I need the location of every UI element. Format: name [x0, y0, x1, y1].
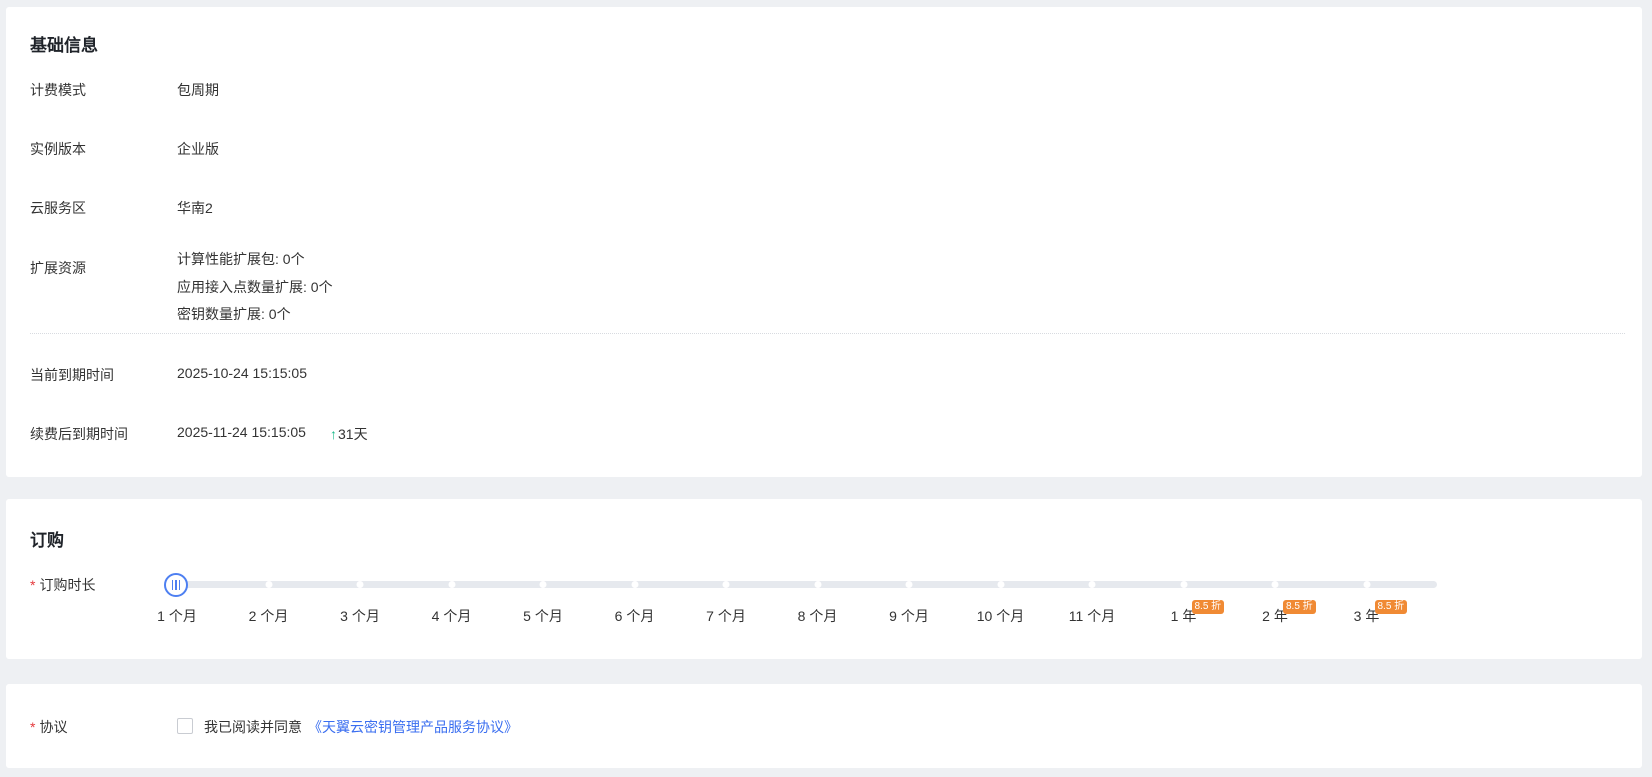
slider-dot[interactable]: [265, 581, 272, 588]
slider-dot[interactable]: [814, 581, 821, 588]
region-value: 华南2: [177, 200, 213, 216]
agreement-card: * 协议 我已阅读并同意 《天翼云密钥管理产品服务协议》: [6, 684, 1642, 768]
duration-option[interactable]: 4 个月: [432, 606, 472, 626]
order-title: 订购: [30, 531, 64, 550]
renew-delta-text: 31天: [338, 426, 368, 442]
order-duration-label: * 订购时长: [30, 575, 95, 595]
duration-option[interactable]: 1 个月: [157, 606, 197, 626]
duration-option[interactable]: 9 个月: [889, 606, 929, 626]
current-expiry-label: 当前到期时间: [30, 367, 114, 383]
billing-mode-label: 计费模式: [30, 82, 86, 98]
duration-option[interactable]: 5 个月: [523, 606, 563, 626]
discount-badge: 8.5 折: [1283, 600, 1316, 614]
duration-option[interactable]: 11 个月: [1069, 606, 1115, 626]
slider-dot[interactable]: [1363, 581, 1370, 588]
slider-dot[interactable]: [722, 581, 730, 588]
extension-resources-label: 扩展资源: [30, 260, 86, 276]
agreement-link[interactable]: 《天翼云密钥管理产品服务协议》: [308, 719, 518, 735]
ext-item-access-points: 应用接入点数量扩展: 0个: [177, 279, 333, 295]
billing-mode-value: 包周期: [177, 82, 219, 98]
slider-dot[interactable]: [539, 581, 547, 588]
ext-item-keys: 密钥数量扩展: 0个: [177, 306, 291, 322]
renew-delta: ↑31天: [330, 424, 368, 444]
edition-value: 企业版: [177, 141, 219, 157]
duration-option[interactable]: 8 个月: [798, 606, 838, 626]
region-label: 云服务区: [30, 200, 86, 216]
renew-expiry-value: 2025-11-24 15:15:05: [177, 424, 306, 440]
agreement-checkbox[interactable]: [177, 718, 193, 734]
slider-dot[interactable]: [1088, 581, 1096, 588]
duration-option[interactable]: 6 个月: [615, 606, 655, 626]
arrow-up-icon: ↑: [330, 426, 337, 442]
duration-option[interactable]: 2 个月: [249, 606, 289, 626]
duration-slider-handle[interactable]: [164, 573, 188, 597]
agreement-text-wrap: 我已阅读并同意 《天翼云密钥管理产品服务协议》: [204, 717, 518, 737]
current-expiry-value: 2025-10-24 15:15:05: [177, 365, 307, 381]
basic-info-card: 基础信息 计费模式 包周期 实例版本 企业版 云服务区 华南2 扩展资源 计算性…: [6, 7, 1642, 477]
renew-expiry-label: 续费后到期时间: [30, 426, 128, 442]
edition-label: 实例版本: [30, 141, 86, 157]
agreement-label: * 协议: [30, 717, 67, 737]
required-mark: *: [30, 577, 36, 593]
slider-dot[interactable]: [448, 581, 455, 588]
slider-dot[interactable]: [997, 581, 1004, 588]
slider-dot[interactable]: [631, 581, 638, 588]
duration-option[interactable]: 7 个月: [706, 606, 746, 626]
slider-dot[interactable]: [356, 581, 364, 588]
slider-dot[interactable]: [1271, 581, 1279, 588]
duration-option[interactable]: 3 个月: [340, 606, 380, 626]
section-divider: [30, 333, 1625, 334]
order-card: 订购 * 订购时长 1 个月 2 个月 3 个月 4 个月 5 个月 6 个月 7 个月 8 个…: [6, 499, 1642, 659]
order-duration-label-text: 订购时长: [39, 577, 96, 593]
required-mark: *: [30, 719, 36, 735]
slider-dot[interactable]: [1180, 581, 1187, 588]
grip-icon: [171, 580, 181, 590]
agreement-label-text: 协议: [39, 719, 68, 735]
duration-slider-track[interactable]: [177, 581, 1437, 588]
slider-dot[interactable]: [905, 581, 913, 588]
discount-badge: 8.5 折: [1191, 600, 1225, 614]
basic-info-title: 基础信息: [30, 36, 98, 55]
discount-badge: 8.5 折: [1374, 600, 1408, 614]
ext-item-compute: 计算性能扩展包: 0个: [177, 251, 305, 267]
duration-option[interactable]: 10 个月: [977, 606, 1024, 626]
agreement-text: 我已阅读并同意: [204, 719, 302, 735]
